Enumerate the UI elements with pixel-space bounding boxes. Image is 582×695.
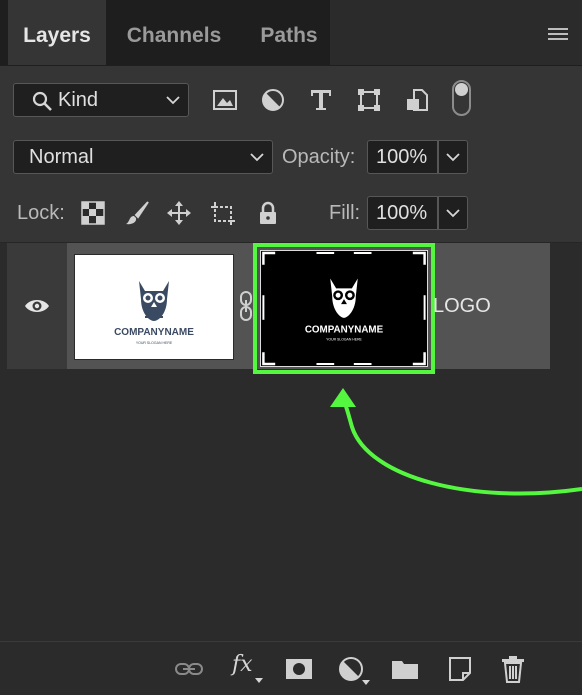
panel-menu-icon[interactable] bbox=[548, 28, 568, 42]
image-filter-icon[interactable] bbox=[212, 87, 238, 113]
tab-channels[interactable]: Channels bbox=[114, 0, 234, 65]
kind-filter-select[interactable]: Kind bbox=[13, 83, 189, 117]
filter-row: Kind bbox=[0, 66, 582, 131]
shape-filter-icon[interactable] bbox=[356, 87, 382, 113]
blend-mode-select[interactable]: Normal bbox=[13, 140, 273, 174]
lock-position-icon[interactable] bbox=[166, 200, 192, 226]
new-layer-icon[interactable] bbox=[445, 654, 475, 684]
smart-object-filter-icon[interactable] bbox=[404, 87, 430, 113]
toggle-knob bbox=[455, 83, 468, 96]
blend-mode-value: Normal bbox=[29, 146, 94, 168]
search-icon bbox=[32, 91, 52, 111]
lock-artboard-icon[interactable] bbox=[210, 200, 236, 226]
trash-icon[interactable] bbox=[498, 654, 528, 684]
chevron-down-icon bbox=[250, 153, 264, 162]
lock-paint-icon[interactable] bbox=[124, 200, 150, 226]
annotation-arrow-icon bbox=[330, 388, 582, 496]
fill-label: Fill: bbox=[329, 202, 361, 224]
layers-bottom-toolbar: fx bbox=[0, 641, 582, 695]
fill-input[interactable]: 100% bbox=[367, 196, 438, 230]
panel-tab-bar: Layers Channels Paths bbox=[0, 0, 582, 66]
opacity-dropdown[interactable] bbox=[438, 140, 468, 174]
fx-icon[interactable]: fx bbox=[232, 652, 253, 677]
fill-dropdown[interactable] bbox=[438, 196, 468, 230]
kind-label: Kind bbox=[58, 89, 99, 111]
opacity-input[interactable]: 100% bbox=[367, 140, 438, 174]
adjustment-dropdown-icon bbox=[362, 680, 370, 685]
chevron-down-icon bbox=[446, 209, 460, 218]
link-layers-icon[interactable] bbox=[174, 654, 204, 684]
lock-transparent-icon[interactable] bbox=[80, 200, 106, 226]
filter-toggle[interactable] bbox=[452, 80, 471, 116]
adjustment-filter-icon[interactable] bbox=[260, 87, 286, 113]
chevron-down-icon bbox=[166, 96, 180, 105]
opacity-label: Opacity: bbox=[282, 146, 356, 168]
fx-dropdown-icon bbox=[255, 678, 263, 683]
lock-all-icon[interactable] bbox=[255, 200, 281, 226]
add-mask-icon[interactable] bbox=[284, 654, 314, 684]
group-folder-icon[interactable] bbox=[390, 654, 420, 684]
tab-layers[interactable]: Layers bbox=[8, 0, 106, 65]
blend-row: Normal Opacity: 100% bbox=[0, 130, 582, 185]
tab-paths[interactable]: Paths bbox=[244, 0, 334, 65]
chevron-down-icon bbox=[446, 153, 460, 162]
lock-label: Lock: bbox=[17, 202, 65, 224]
type-filter-icon[interactable] bbox=[308, 87, 334, 113]
